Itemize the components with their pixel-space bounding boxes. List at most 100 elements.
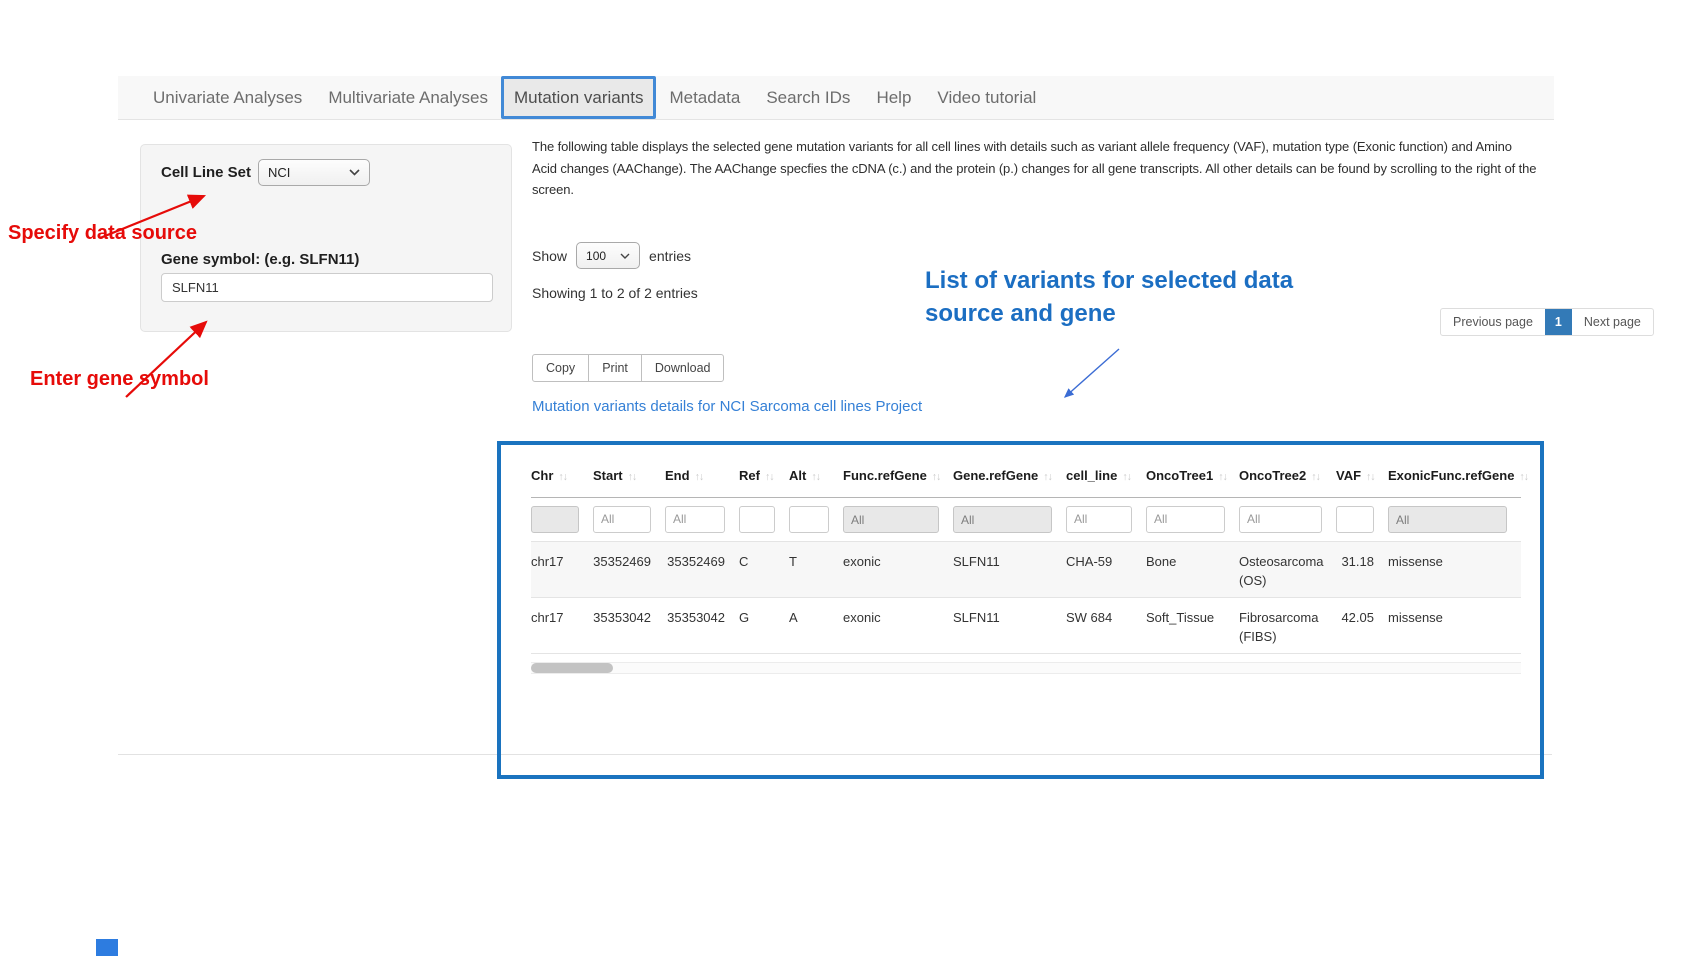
column-filter-oncotree2[interactable]: [1239, 506, 1322, 533]
column-header-func-refgene[interactable]: Func.refGene: [843, 455, 953, 497]
export-button-group: Copy Print Download: [532, 354, 724, 382]
table-cell: SLFN11: [953, 597, 1066, 653]
show-label: Show: [532, 248, 567, 264]
table-cell: Fibrosarcoma (FIBS): [1239, 597, 1336, 653]
column-header-oncotree2[interactable]: OncoTree2: [1239, 455, 1336, 497]
table-caption-link[interactable]: Mutation variants details for NCI Sarcom…: [532, 398, 922, 415]
annotation-specify-data-source: Specify data source: [8, 222, 197, 245]
variants-table-container: Chr Start End Ref Alt Func.refGene Gene.…: [531, 455, 1521, 674]
table-cell: G: [739, 597, 789, 653]
page-size-value: 100: [586, 249, 606, 263]
column-header-exonicfunc-refgene[interactable]: ExonicFunc.refGene: [1388, 455, 1521, 497]
next-page-button[interactable]: Next page: [1572, 309, 1653, 335]
sort-icon: [695, 471, 704, 483]
tab-help[interactable]: Help: [863, 76, 924, 119]
table-cell: T: [789, 541, 843, 597]
column-header-gene-refgene[interactable]: Gene.refGene: [953, 455, 1066, 497]
sort-icon: [1519, 471, 1528, 483]
column-filter-end[interactable]: [665, 506, 725, 533]
table-cell: Soft_Tissue: [1146, 597, 1239, 653]
tab-univariate-analyses[interactable]: Univariate Analyses: [140, 76, 315, 119]
table-cell: Bone: [1146, 541, 1239, 597]
cell-line-set-value: NCI: [268, 165, 290, 180]
tab-metadata[interactable]: Metadata: [656, 76, 753, 119]
tab-search-ids[interactable]: Search IDs: [753, 76, 863, 119]
chevron-down-icon: [620, 253, 630, 259]
column-header-start[interactable]: Start: [593, 455, 665, 497]
sort-icon: [628, 471, 637, 483]
column-header-ref[interactable]: Ref: [739, 455, 789, 497]
table-cell: SW 684: [1066, 597, 1146, 653]
column-filter-chr[interactable]: [531, 506, 579, 533]
tab-multivariate-analyses[interactable]: Multivariate Analyses: [315, 76, 501, 119]
table-cell: exonic: [843, 541, 953, 597]
table-cell: 42.05: [1336, 597, 1388, 653]
table-cell: CHA-59: [1066, 541, 1146, 597]
table-description-text: The following table displays the selecte…: [532, 136, 1538, 201]
pagination: Previous page 1 Next page: [1440, 308, 1654, 336]
show-entries-control: Show 100 entries: [532, 242, 691, 269]
table-cell: SLFN11: [953, 541, 1066, 597]
column-filter-cell-line[interactable]: [1066, 506, 1132, 533]
table-cell: missense: [1388, 541, 1521, 597]
table-cell: chr17: [531, 597, 593, 653]
sort-icon: [765, 471, 774, 483]
page-size-select[interactable]: 100: [576, 242, 640, 269]
variants-table: Chr Start End Ref Alt Func.refGene Gene.…: [531, 455, 1521, 654]
navbar: Univariate Analyses Multivariate Analyse…: [118, 76, 1554, 120]
sort-icon: [811, 471, 820, 483]
cell-line-set-label: Cell Line Set: [161, 164, 251, 181]
table-cell: A: [789, 597, 843, 653]
annotation-enter-gene-symbol: Enter gene symbol: [30, 368, 209, 391]
column-filter-alt[interactable]: [789, 506, 829, 533]
table-cell: 35352469: [593, 541, 665, 597]
entries-label: entries: [649, 248, 691, 264]
column-header-end[interactable]: End: [665, 455, 739, 497]
sort-icon: [932, 471, 941, 483]
previous-page-button[interactable]: Previous page: [1441, 309, 1545, 335]
table-cell: chr17: [531, 541, 593, 597]
column-header-oncotree1[interactable]: OncoTree1: [1146, 455, 1239, 497]
table-cell: missense: [1388, 597, 1521, 653]
column-filter-vaf[interactable]: [1336, 506, 1374, 533]
showing-entries-summary: Showing 1 to 2 of 2 entries: [532, 285, 698, 301]
copy-button[interactable]: Copy: [532, 354, 589, 382]
column-header-chr[interactable]: Chr: [531, 455, 593, 497]
table-header-row: Chr Start End Ref Alt Func.refGene Gene.…: [531, 455, 1521, 497]
print-button[interactable]: Print: [588, 354, 642, 382]
page-number-button[interactable]: 1: [1545, 309, 1572, 335]
download-button[interactable]: Download: [641, 354, 725, 382]
sort-icon: [1311, 471, 1320, 483]
column-filter-exonicfunc-refgene[interactable]: All: [1388, 506, 1507, 533]
column-filter-func-refgene[interactable]: All: [843, 506, 939, 533]
column-filter-oncotree1[interactable]: [1146, 506, 1225, 533]
tab-mutation-variants[interactable]: Mutation variants: [501, 76, 656, 119]
sort-icon: [1218, 471, 1227, 483]
column-filter-ref[interactable]: [739, 506, 775, 533]
column-header-cell-line[interactable]: cell_line: [1066, 455, 1146, 497]
column-filter-start[interactable]: [593, 506, 651, 533]
sort-icon: [558, 471, 567, 483]
cell-line-set-select[interactable]: NCI: [258, 159, 370, 186]
tab-video-tutorial[interactable]: Video tutorial: [924, 76, 1049, 119]
table-row: chr17 35352469 35352469 C T exonic SLFN1…: [531, 541, 1521, 597]
table-cell: Osteosarcoma (OS): [1239, 541, 1336, 597]
table-cell: exonic: [843, 597, 953, 653]
table-cell: 35353042: [665, 597, 739, 653]
table-row: chr17 35353042 35353042 G A exonic SLFN1…: [531, 597, 1521, 653]
sort-icon: [1366, 471, 1375, 483]
gene-symbol-input[interactable]: [161, 273, 493, 302]
horizontal-scrollbar-track[interactable]: [531, 662, 1521, 674]
table-cell: 35352469: [665, 541, 739, 597]
column-header-vaf[interactable]: VAF: [1336, 455, 1388, 497]
sort-icon: [1122, 471, 1131, 483]
bottom-left-blue-artifact: [96, 939, 118, 956]
table-filter-row: All All All: [531, 497, 1521, 541]
gene-symbol-label: Gene symbol: (e.g. SLFN11): [161, 251, 359, 268]
column-header-alt[interactable]: Alt: [789, 455, 843, 497]
table-cell: C: [739, 541, 789, 597]
table-cell: 35353042: [593, 597, 665, 653]
column-filter-gene-refgene[interactable]: All: [953, 506, 1052, 533]
horizontal-scrollbar-thumb[interactable]: [531, 663, 613, 673]
table-cell: 31.18: [1336, 541, 1388, 597]
